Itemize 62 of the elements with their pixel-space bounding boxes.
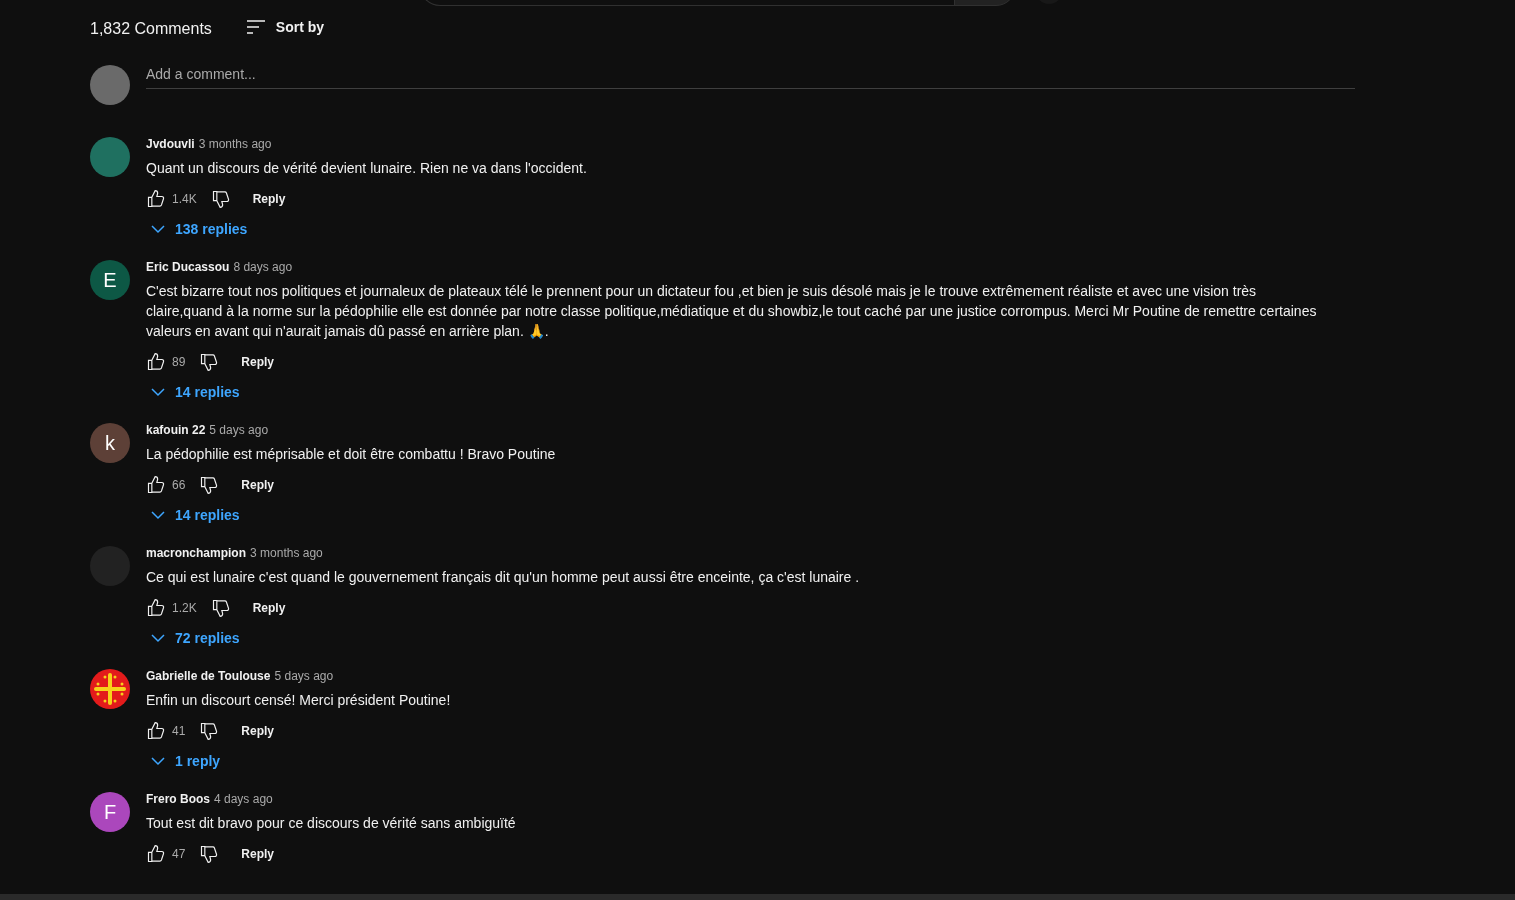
thumbs-up-icon[interactable] <box>146 475 166 495</box>
like-count: 1.2K <box>172 601 197 615</box>
comment-text: Ce qui est lunaire c'est quand le gouvernement français dit qu'un homme peut aussi être enceinte, ça c'est lunaire . <box>146 568 861 587</box>
comment-text: Enfin un discourt censé! Merci président Poutine! <box>146 691 452 710</box>
sort-icon <box>245 19 266 35</box>
sort-button[interactable]: Sort by <box>245 19 325 35</box>
thumbs-down-icon[interactable] <box>199 352 220 372</box>
comment-time: 5 days ago <box>209 423 269 437</box>
thumbs-down-icon[interactable] <box>210 598 231 618</box>
reply-button[interactable]: Reply <box>241 478 275 492</box>
comment-time: 3 months ago <box>250 546 323 560</box>
chevron-down-icon <box>151 633 165 643</box>
user-avatar[interactable] <box>90 137 130 177</box>
comment-count: 1,832 Comments <box>90 20 212 38</box>
thumbs-up-icon[interactable] <box>146 721 166 741</box>
like-count: 89 <box>172 355 186 369</box>
view-replies-button[interactable]: 1 reply <box>146 752 221 770</box>
avatar-photo-placeholder <box>90 65 130 105</box>
user-avatar[interactable]: k <box>90 423 130 463</box>
like-count: 47 <box>172 847 186 861</box>
thumbs-up-icon[interactable] <box>146 844 166 864</box>
author-name-link[interactable]: macronchampion <box>146 546 247 560</box>
reply-button[interactable]: Reply <box>241 724 275 738</box>
view-replies-button[interactable]: 72 replies <box>146 629 240 647</box>
comment-text: La pédophilie est méprisable et doit être combattu ! Bravo Poutine <box>146 445 557 464</box>
view-replies-button[interactable]: 14 replies <box>146 383 240 401</box>
author-name-link[interactable]: Eric Ducassou <box>146 260 230 274</box>
thumbs-down-icon[interactable] <box>210 189 231 209</box>
like-count: 1.4K <box>172 192 197 206</box>
comment-text: Quant un discours de vérité devient lunaire. Rien ne va dans l'occident. <box>146 159 588 178</box>
reply-button[interactable]: Reply <box>241 847 275 861</box>
like-count: 41 <box>172 724 186 738</box>
author-name-link[interactable]: kafouin 22 <box>146 423 206 437</box>
cross-avatar-icon[interactable] <box>90 669 130 709</box>
author-name-link[interactable]: Frero Boos <box>146 792 210 806</box>
comment-time: 3 months ago <box>198 137 272 151</box>
comment-text: C'est bizarre tout nos politiques et journaleux de plateaux télé le prennent pour un dictateur fou ,et bien je suis désolé mais je le trouve extrêmement réaliste et avec une vision très claire,quand à la norme sur la pédophilie elle est donnée par notre classe politique,médiatique et du showbiz,le tout caché par une justice corrompus. Merci Mr Poutine de remettre certaines valeurs en avant qui n'aurait jamais dû passé en arrière plan. 🙏. <box>146 282 1318 341</box>
thumbs-down-icon[interactable] <box>199 475 220 495</box>
like-count: 66 <box>172 478 186 492</box>
user-avatar[interactable]: E <box>90 260 130 300</box>
thumbs-down-icon[interactable] <box>199 721 220 741</box>
user-avatar[interactable]: F <box>90 792 130 832</box>
comment-time: 8 days ago <box>233 260 293 274</box>
view-replies-button[interactable]: 138 replies <box>146 220 248 238</box>
reply-button[interactable]: Reply <box>241 355 275 369</box>
chevron-down-icon <box>151 387 165 397</box>
chevron-down-icon <box>151 224 165 234</box>
thumbs-up-icon[interactable] <box>146 598 166 618</box>
comment-input-field[interactable]: Add a comment... <box>146 65 1355 89</box>
chevron-down-icon <box>151 756 165 766</box>
thumbs-up-icon[interactable] <box>146 352 166 372</box>
view-replies-button[interactable]: 14 replies <box>146 506 240 524</box>
thumbs-up-icon[interactable] <box>146 189 166 209</box>
comment-text: Tout est dit bravo pour ce discours de vérité sans ambiguïté <box>146 814 517 833</box>
reply-button[interactable]: Reply <box>252 192 286 206</box>
chevron-down-icon <box>151 510 165 520</box>
author-name-link[interactable]: Gabrielle de Toulouse <box>146 669 271 683</box>
thumbs-down-icon[interactable] <box>199 844 220 864</box>
comment-time: 5 days ago <box>274 669 334 683</box>
reply-button[interactable]: Reply <box>252 601 286 615</box>
comment-time: 4 days ago <box>214 792 273 806</box>
author-name-link[interactable]: Jvdouvli <box>146 137 195 151</box>
